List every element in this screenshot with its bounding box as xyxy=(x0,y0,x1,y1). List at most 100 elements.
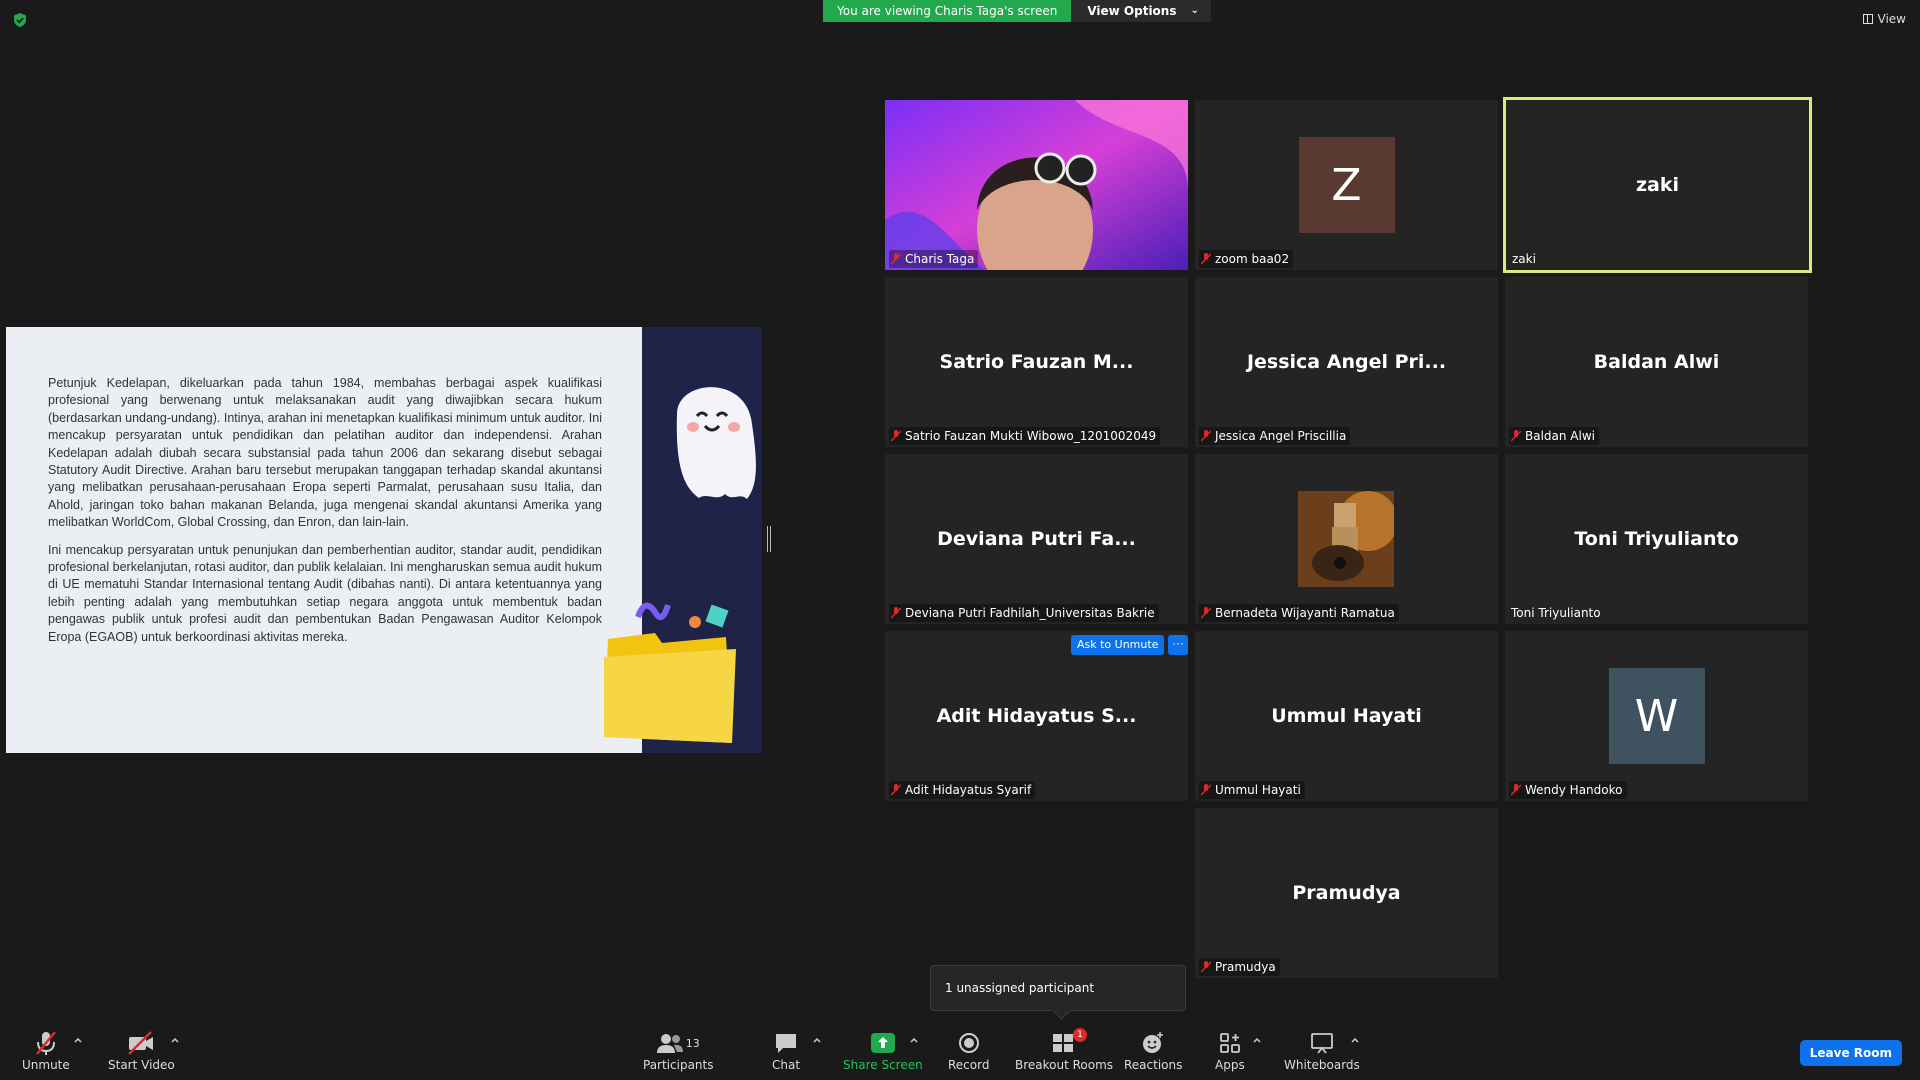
chat-button[interactable]: Chat xyxy=(772,1030,800,1072)
video-tile-zaki[interactable]: zaki zaki xyxy=(1503,97,1812,273)
participant-name: Jessica Angel Priscillia xyxy=(1215,429,1347,443)
whiteboards-button[interactable]: Whiteboards xyxy=(1284,1030,1360,1072)
video-tile-toni[interactable]: Toni Triyulianto Toni Triyulianto xyxy=(1505,454,1808,624)
participant-caption: Ummul Hayati xyxy=(1199,781,1305,799)
chevron-down-icon: ⌄ xyxy=(1190,5,1199,16)
participant-name: Baldan Alwi xyxy=(1525,429,1596,443)
ask-to-unmute-button[interactable]: Ask to Unmute xyxy=(1071,635,1165,655)
start-video-label: Start Video xyxy=(108,1058,175,1072)
participants-count: 13 xyxy=(685,1036,700,1050)
video-tile-zoom-baa02[interactable]: Z zoom baa02 xyxy=(1195,100,1498,270)
more-options-button[interactable]: ··· xyxy=(1168,635,1188,655)
mic-muted-icon xyxy=(891,430,901,442)
participant-caption: Toni Triyulianto xyxy=(1509,604,1605,622)
participant-display-name: Adit Hidayatus S... xyxy=(936,705,1137,727)
apps-icon xyxy=(1219,1033,1240,1053)
participant-name: Charis Taga xyxy=(905,252,975,266)
mic-muted-icon xyxy=(1201,784,1211,796)
panel-splitter-handle[interactable] xyxy=(767,526,771,552)
mic-muted-icon xyxy=(891,607,901,619)
video-off-icon xyxy=(128,1031,154,1055)
avatar: W xyxy=(1608,668,1705,764)
leave-room-button[interactable]: Leave Room xyxy=(1799,1040,1902,1066)
mic-muted-icon xyxy=(1511,430,1521,442)
video-tile-deviana[interactable]: Deviana Putri Fa... Deviana Putri Fadhil… xyxy=(885,454,1188,624)
reactions-label: Reactions xyxy=(1124,1058,1183,1072)
participant-name: zaki xyxy=(1512,252,1536,266)
unassigned-participant-tooltip[interactable]: 1 unassigned participant xyxy=(930,965,1186,1011)
participants-label: Participants xyxy=(643,1058,714,1072)
participant-display-name: Jessica Angel Pri... xyxy=(1246,351,1447,373)
participant-name: Wendy Handoko xyxy=(1525,783,1623,797)
participant-caption: zoom baa02 xyxy=(1199,250,1294,268)
whiteboard-icon xyxy=(1310,1033,1333,1054)
breakout-rooms-label: Breakout Rooms xyxy=(1015,1058,1114,1072)
viewing-screen-banner: You are viewing Charis Taga's screen Vie… xyxy=(823,0,1211,22)
slide-paragraph-2: Ini mencakup persyaratan untuk penunjuka… xyxy=(48,542,602,644)
record-label: Record xyxy=(948,1058,990,1072)
participant-caption: Deviana Putri Fadhilah_Universitas Bakri… xyxy=(889,604,1159,622)
mic-muted-icon xyxy=(35,1031,56,1055)
folder-illustration xyxy=(604,602,736,743)
participant-caption: Adit Hidayatus Syarif xyxy=(889,781,1036,799)
slide-paragraph-1: Petunjuk Kedelapan, dikeluarkan pada tah… xyxy=(48,376,602,530)
video-tile-charis-taga[interactable]: Charis Taga xyxy=(885,100,1188,270)
view-options-label: View Options xyxy=(1087,4,1177,18)
participant-caption: Baldan Alwi xyxy=(1509,427,1600,445)
mic-muted-icon xyxy=(1201,430,1211,442)
view-label: View xyxy=(1877,12,1906,26)
shared-screen-slide: Petunjuk Kedelapan, dikeluarkan pada tah… xyxy=(6,327,762,753)
breakout-rooms-button[interactable]: 1 Breakout Rooms xyxy=(1015,1028,1114,1072)
share-screen-label: Share Screen xyxy=(843,1058,923,1072)
record-icon xyxy=(958,1033,979,1053)
participant-video xyxy=(885,100,1188,270)
video-options-caret-icon[interactable] xyxy=(170,1036,180,1046)
participant-name: Bernadeta Wijayanti Ramatua xyxy=(1215,606,1395,620)
participant-display-name: Baldan Alwi xyxy=(1593,351,1720,373)
share-options-caret-icon[interactable] xyxy=(909,1036,919,1046)
video-tile-bernadeta[interactable]: Bernadeta Wijayanti Ramatua xyxy=(1195,454,1498,624)
unmute-button[interactable]: Unmute xyxy=(22,1030,70,1072)
participant-name: Ummul Hayati xyxy=(1215,783,1301,797)
apps-button[interactable]: Apps xyxy=(1215,1030,1245,1072)
participant-caption: zaki xyxy=(1510,250,1540,268)
mic-muted-icon xyxy=(1201,961,1211,973)
video-tile-ummul[interactable]: Ummul Hayati Ummul Hayati xyxy=(1195,631,1498,801)
video-tile-satrio[interactable]: Satrio Fauzan M... Satrio Fauzan Mukti W… xyxy=(885,277,1188,447)
participant-name: zoom baa02 xyxy=(1215,252,1290,266)
avatar: Z xyxy=(1298,137,1395,233)
mic-muted-icon xyxy=(891,784,901,796)
view-options-button[interactable]: View Options ⌄ xyxy=(1071,0,1211,22)
video-tile-pramudya[interactable]: Pramudya Pramudya xyxy=(1195,808,1498,978)
record-button[interactable]: Record xyxy=(948,1030,989,1072)
view-button[interactable]: View xyxy=(1862,12,1906,26)
chat-options-caret-icon[interactable] xyxy=(812,1036,822,1046)
participant-display-name: zaki xyxy=(1635,174,1680,196)
participant-display-name: Pramudya xyxy=(1292,882,1401,904)
audio-options-caret-icon[interactable] xyxy=(73,1036,83,1046)
whiteboards-options-caret-icon[interactable] xyxy=(1350,1036,1360,1046)
zoom-meeting-window: You are viewing Charis Taga's screen Vie… xyxy=(0,0,1920,1080)
video-tile-jessica[interactable]: Jessica Angel Pri... Jessica Angel Prisc… xyxy=(1195,277,1498,447)
participants-icon xyxy=(656,1034,683,1053)
view-grid-icon xyxy=(1862,14,1873,24)
apps-options-caret-icon[interactable] xyxy=(1252,1036,1262,1046)
participant-display-name: Satrio Fauzan M... xyxy=(939,351,1134,373)
mic-muted-icon xyxy=(1201,253,1211,265)
participant-display-name: Deviana Putri Fa... xyxy=(937,528,1136,550)
mic-muted-icon xyxy=(891,253,901,265)
unmute-label: Unmute xyxy=(22,1058,70,1072)
start-video-button[interactable]: Start Video xyxy=(108,1030,175,1072)
reactions-button[interactable]: Reactions xyxy=(1124,1030,1182,1072)
chat-label: Chat xyxy=(772,1058,801,1072)
meeting-toolbar: Unmute Start Video 13 Participants Chat … xyxy=(0,1020,1920,1080)
participant-display-name: Ummul Hayati xyxy=(1271,705,1422,727)
video-tile-adit[interactable]: Ask to Unmute ··· Adit Hidayatus S... Ad… xyxy=(885,631,1188,801)
participant-caption: Wendy Handoko xyxy=(1509,781,1627,799)
participants-button[interactable]: 13 Participants xyxy=(643,1030,714,1072)
video-tile-wendy[interactable]: W Wendy Handoko xyxy=(1505,631,1808,801)
participant-caption: Pramudya xyxy=(1199,958,1280,976)
video-tile-baldan[interactable]: Baldan Alwi Baldan Alwi xyxy=(1505,277,1808,447)
participant-display-name: Toni Triyulianto xyxy=(1574,528,1739,550)
security-shield-icon[interactable] xyxy=(12,12,28,28)
